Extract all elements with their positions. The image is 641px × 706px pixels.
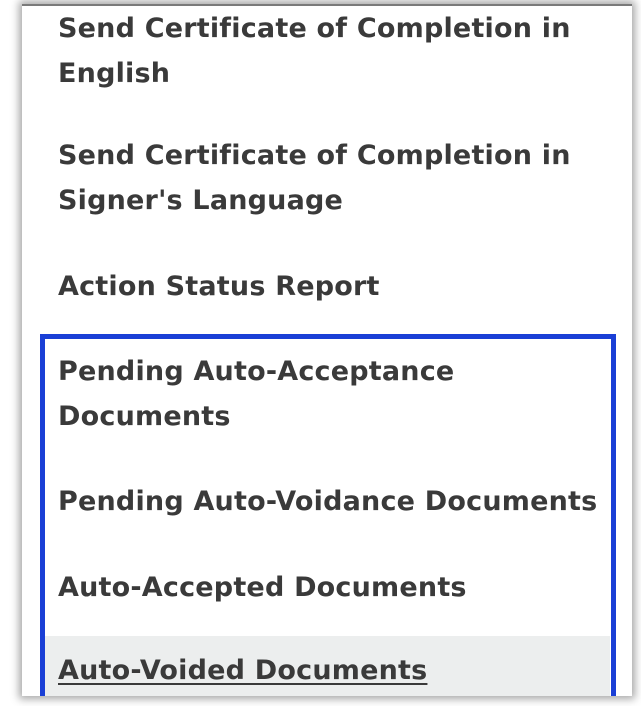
menu-item-pending-auto-voidance[interactable]: Pending Auto-Voidance Documents	[58, 479, 618, 524]
menu-item-send-certificate-english[interactable]: Send Certificate of Completion in Englis…	[58, 6, 618, 96]
dropdown-menu: Send Certificate of Completion in Englis…	[22, 4, 632, 696]
menu-item-pending-auto-acceptance[interactable]: Pending Auto-Acceptance Documents	[58, 349, 618, 439]
menu-item-action-status-report[interactable]: Action Status Report	[58, 264, 618, 309]
menu-item-auto-accepted[interactable]: Auto-Accepted Documents	[58, 565, 618, 610]
menu-item-auto-voided[interactable]: Auto-Voided Documents	[58, 648, 618, 693]
menu-item-send-certificate-signer-language[interactable]: Send Certificate of Completion in Signer…	[58, 133, 618, 223]
